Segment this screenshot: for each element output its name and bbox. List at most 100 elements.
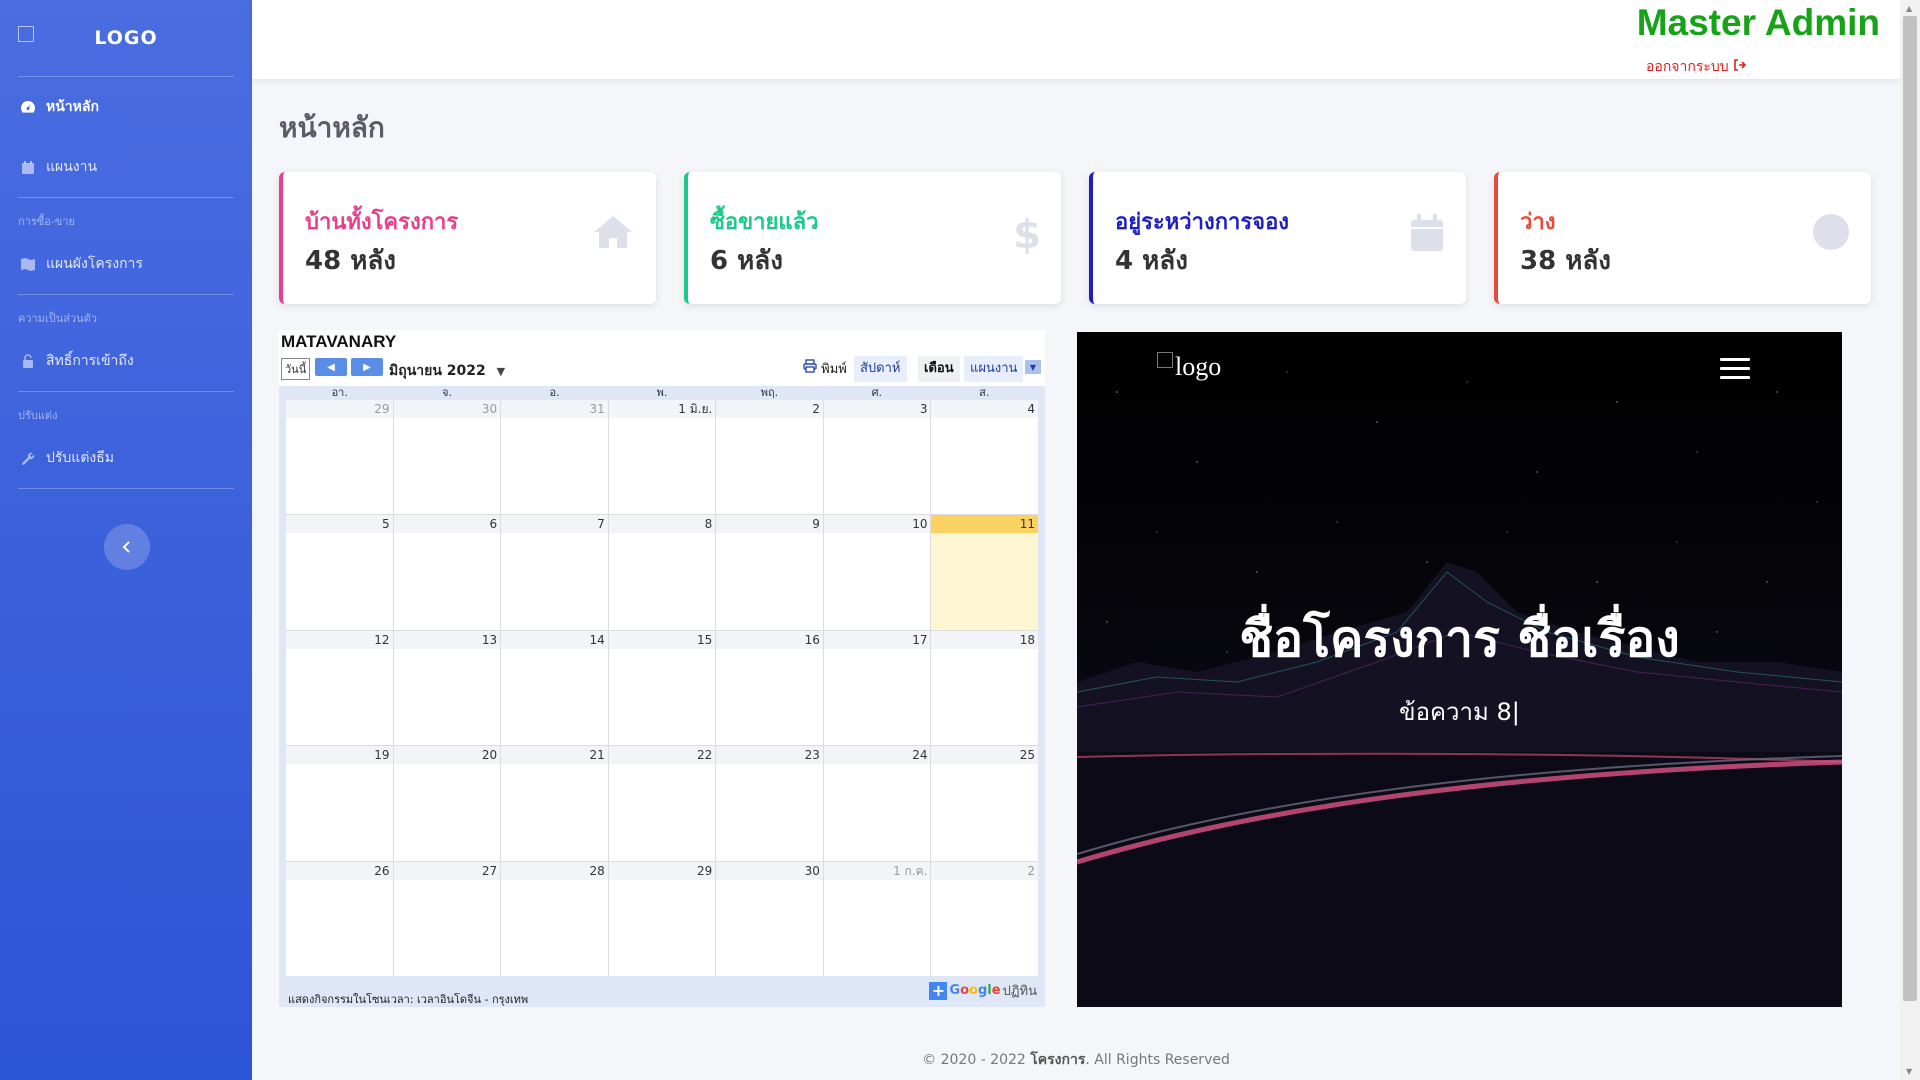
day-of-week: พฤ.: [760, 386, 779, 399]
calendar-day-cell[interactable]: 1 มิ.ย.: [608, 400, 717, 515]
google-wordmark: Google: [949, 983, 1001, 998]
sidebar-item-project-map[interactable]: แผนผังโครงการ: [0, 234, 252, 294]
sidebar-toggle-button[interactable]: [104, 524, 150, 570]
calendar-day-cell[interactable]: 15: [608, 630, 717, 746]
day-number: 20: [393, 746, 501, 765]
calendar-day-cell[interactable]: 2: [716, 400, 824, 515]
tab-agenda[interactable]: แผนงาน: [964, 356, 1024, 382]
sidebar-item-theme[interactable]: ปรับแต่งธีม: [0, 428, 252, 488]
day-of-week: อา.: [331, 386, 348, 399]
calendar-day-cell[interactable]: 9: [716, 515, 824, 630]
sidebar-section-heading: ปรับแต่ง: [18, 409, 58, 422]
day-number: 18: [931, 630, 1039, 649]
calendar-day-cell[interactable]: 27: [393, 861, 502, 977]
calendar-day-cell[interactable]: 10: [823, 515, 932, 630]
day-number: 13: [393, 630, 501, 649]
next-month-button[interactable]: ▶: [351, 358, 383, 376]
scrollbar-thumb[interactable]: [1903, 16, 1917, 1001]
calendar-day-cell[interactable]: 13: [393, 630, 502, 746]
dollar-icon: $: [1013, 212, 1041, 258]
page-scrollbar[interactable]: ▲ ▼: [1900, 0, 1920, 1080]
calendar-day-cell[interactable]: 29: [286, 400, 394, 515]
calendar-day-cell[interactable]: 24: [823, 746, 932, 861]
stat-card-reserving[interactable]: อยู่ระหว่างการจอง 4 หลัง: [1089, 172, 1466, 304]
caret-down-icon: ▼: [1029, 362, 1037, 372]
banner-title: ชื่อโครงการ ชื่อเรื่อง: [1239, 610, 1680, 668]
day-number: 17: [823, 630, 931, 649]
prev-month-button[interactable]: ◀: [315, 358, 347, 376]
timezone-text: แสดงกิจกรรมในโซนเวลา: เวลาอินโดจีน - กรุ…: [288, 993, 529, 1006]
calendar-day-cell[interactable]: 20: [393, 746, 502, 861]
sidebar-divider: [18, 488, 234, 489]
broken-image-icon: [1157, 352, 1173, 368]
calendar-day-cell[interactable]: 12: [286, 630, 394, 746]
calendar-day-cell[interactable]: 26: [286, 861, 394, 977]
calendar-day-cell[interactable]: 2: [931, 861, 1039, 976]
logout-label: ออกจากระบบ: [1646, 59, 1729, 75]
calendar-day-cell[interactable]: 30: [716, 861, 824, 977]
home-icon: [592, 214, 634, 254]
calendar-day-cell[interactable]: 28: [501, 861, 609, 977]
calendar-day-cell[interactable]: 16: [716, 630, 824, 746]
tab-week[interactable]: สัปดาห์: [854, 356, 907, 382]
sidebar-item-plan[interactable]: แผนงาน: [0, 137, 252, 197]
google-calendar-button[interactable]: + Google ปฏิทิน: [929, 980, 1037, 1001]
day-number: 29: [286, 400, 393, 418]
calendar-day-cell[interactable]: 6: [393, 515, 502, 630]
calendar-day-cell[interactable]: 4: [931, 400, 1039, 514]
card-title: ซื้อขายแล้ว: [710, 210, 819, 235]
calendar-title: MATAVANARY: [281, 332, 397, 351]
banner-subtitle: ข้อความ 8|: [1399, 698, 1520, 726]
stat-card-available[interactable]: ว่าง 38 หลัง: [1494, 172, 1871, 304]
chevron-left-icon: [122, 538, 132, 557]
day-number: 1 มิ.ย.: [608, 400, 716, 418]
stat-card-total-houses[interactable]: บ้านทั้งโครงการ 48 หลัง: [279, 172, 656, 304]
logout-link[interactable]: ออกจากระบบ: [1646, 56, 1746, 78]
today-button[interactable]: วันนี้: [281, 358, 311, 380]
calendar-day-cell[interactable]: 5: [286, 515, 394, 630]
calendar-day-cell[interactable]: 14: [501, 630, 609, 746]
day-number: 15: [608, 630, 716, 649]
admin-name[interactable]: Master Admin: [1637, 2, 1880, 44]
calendar-day-cell[interactable]: 17: [823, 630, 932, 746]
sidebar-section-heading: การซื้อ-ขาย: [18, 215, 75, 228]
calendar-day-cell[interactable]: 23: [716, 746, 824, 861]
scroll-down-icon[interactable]: ▼: [1906, 1067, 1912, 1076]
day-number: 24: [823, 746, 931, 765]
circle-icon: [1813, 214, 1849, 254]
calendar-day-cell[interactable]: 7: [501, 515, 609, 630]
project-hero-banner: logo ชื่อโครงการ ชื่อเรื่อง ข้อความ 8|: [1077, 332, 1842, 1007]
calendar-day-cell[interactable]: 30: [393, 400, 502, 515]
sidebar-item-home[interactable]: หน้าหลัก: [0, 77, 252, 137]
calendar-day-cell[interactable]: 25: [931, 746, 1039, 860]
calendar-day-cell[interactable]: 1 ก.ค.: [823, 861, 932, 977]
day-number: 7: [501, 515, 608, 534]
calendar-week: 12 13 14 15 16 17 18: [286, 630, 1039, 747]
hamburger-menu-icon[interactable]: [1720, 358, 1750, 380]
calendar-day-cell[interactable]: 21: [501, 746, 609, 861]
tab-month[interactable]: เดือน: [918, 356, 960, 382]
sidebar: LOGO หน้าหลัก แผนงาน การซื้อ-ขาย แผนผังโ…: [0, 0, 252, 1080]
sidebar-item-label: ปรับแต่งธีม: [46, 450, 115, 466]
card-value: 48 หลัง: [305, 246, 396, 276]
banner-logo[interactable]: logo: [1157, 352, 1221, 382]
calendar-day-cell[interactable]: 22: [608, 746, 717, 861]
stat-card-sold[interactable]: ซื้อขายแล้ว 6 หลัง $: [684, 172, 1061, 304]
calendar-day-cell[interactable]: 3: [823, 400, 932, 515]
calendar-day-cell[interactable]: 19: [286, 746, 394, 861]
month-picker[interactable]: มิถุนายน 2022 ▼: [389, 360, 505, 382]
sidebar-item-label: แผนงาน: [46, 159, 98, 175]
calendar-day-cell[interactable]: 8: [608, 515, 717, 630]
calendar-day-cell[interactable]: 29: [608, 861, 717, 977]
day-number: 10: [823, 515, 931, 534]
calendar-week: 19 20 21 22 23 24 25: [286, 746, 1039, 862]
sidebar-item-label: หน้าหลัก: [46, 99, 99, 115]
view-dropdown-button[interactable]: ▼: [1025, 360, 1041, 374]
scroll-up-icon[interactable]: ▲: [1906, 4, 1912, 13]
sidebar-item-permissions[interactable]: สิทธิ์การเข้าถึง: [0, 331, 252, 391]
calendar-day-cell[interactable]: 18: [931, 630, 1039, 745]
sidebar-brand[interactable]: LOGO: [0, 0, 252, 76]
print-button[interactable]: พิมพ์: [803, 358, 847, 379]
calendar-day-cell-today[interactable]: 11: [931, 515, 1039, 630]
calendar-day-cell[interactable]: 31: [501, 400, 609, 515]
